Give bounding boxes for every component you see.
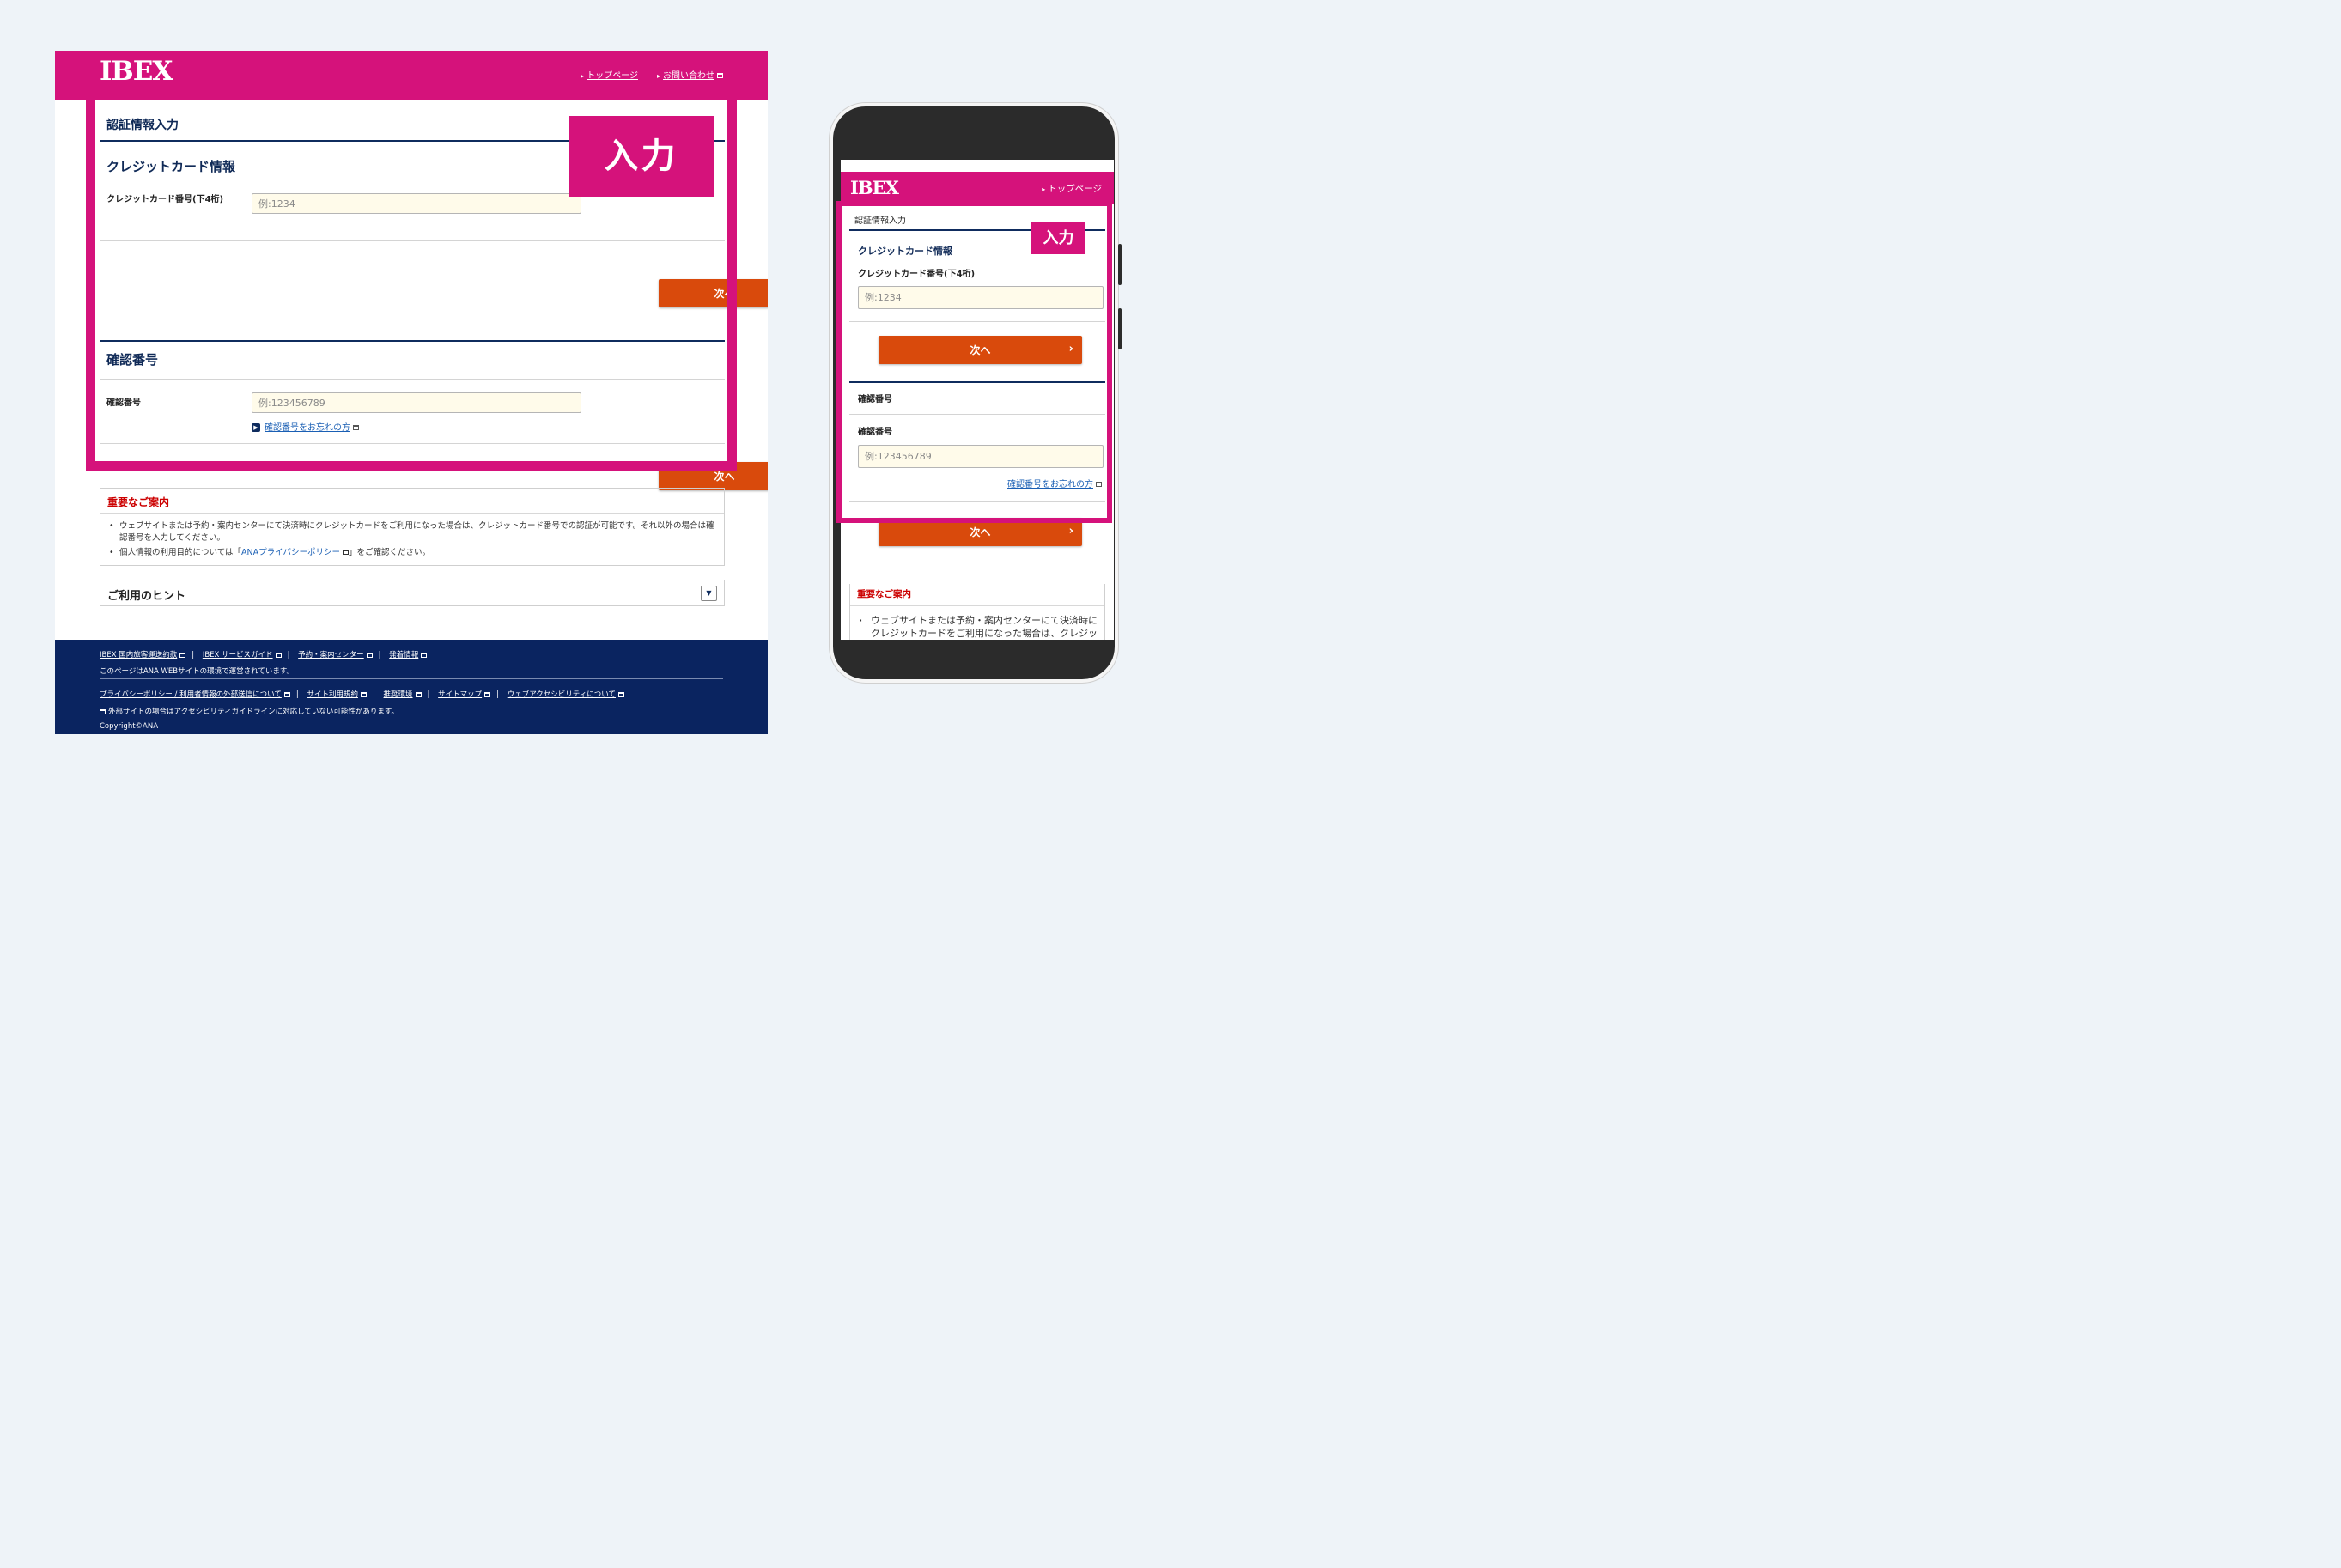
divider xyxy=(100,240,725,241)
external-window-icon xyxy=(179,652,186,658)
confirm-number-input[interactable] xyxy=(252,392,581,413)
next-button-card[interactable]: 次へ › xyxy=(879,336,1082,364)
forgot-link-row: ▶ 確認番号をお忘れの方 xyxy=(252,420,359,433)
divider xyxy=(100,340,725,342)
divider xyxy=(100,379,725,380)
next-button-card[interactable]: 次へ❯ xyxy=(659,279,768,307)
divider xyxy=(849,501,1105,502)
forgot-confirm-link[interactable]: 確認番号をお忘れの方 xyxy=(265,423,350,433)
ibex-logo[interactable]: IBEX xyxy=(100,58,173,85)
chevron-right-icon: › xyxy=(1068,525,1073,538)
external-window-icon xyxy=(283,691,290,697)
nav-top-page[interactable]: トップページ xyxy=(1042,184,1102,194)
divider xyxy=(850,605,1104,606)
notice-heading: 重要なご案内 xyxy=(857,589,911,599)
section-title: 認証情報入力 xyxy=(854,216,906,226)
external-window-icon xyxy=(366,652,373,658)
footer-link[interactable]: IBEX サービスガイド xyxy=(203,651,273,659)
external-window-icon xyxy=(421,652,428,658)
card-info-heading: クレジットカード情報 xyxy=(858,246,952,257)
confirm-heading: 確認番号 xyxy=(106,352,159,368)
divider xyxy=(849,414,1105,415)
divider xyxy=(100,513,724,514)
footer-ext-note-row: 外部サイトの場合はアクセシビリティガイドラインに対応していない可能性があります。 xyxy=(100,706,398,716)
footer-link[interactable]: サイト利用規約 xyxy=(307,690,358,699)
confirm-number-label: 確認番号 xyxy=(858,428,892,437)
privacy-policy-link[interactable]: ANAプライバシーポリシー xyxy=(241,548,340,557)
confirm-number-label: 確認番号 xyxy=(106,398,141,408)
mobile-nav: トップページ xyxy=(1042,182,1102,195)
next-label: 次へ xyxy=(714,471,735,483)
arrow-right-icon: ▶ xyxy=(252,423,260,432)
divider xyxy=(100,443,725,444)
confirm-heading: 確認番号 xyxy=(858,395,892,404)
nav-contact-label: お問い合わせ xyxy=(663,71,714,81)
site-footer: IBEX 国内旅客運送約款 | IBEX サービスガイド | 予約・案内センター | … xyxy=(55,640,768,734)
external-window-icon xyxy=(1096,482,1102,487)
divider xyxy=(849,381,1105,383)
footer-env-note: このページはANA WEBサイトの環境で運営されています。 xyxy=(100,667,295,676)
confirm-number-input[interactable] xyxy=(858,445,1104,468)
notice-heading: 重要なご案内 xyxy=(107,496,170,508)
important-notice: 重要なご案内 ウェブサイトまたは予約・案内センターにて決済時にクレジットカードを… xyxy=(100,488,725,566)
external-window-icon xyxy=(717,73,723,78)
next-label: 次へ xyxy=(714,288,735,300)
footer-links-primary: IBEX 国内旅客運送約款 | IBEX サービスガイド | 予約・案内センター | … xyxy=(100,649,428,659)
external-window-icon xyxy=(415,691,422,697)
ibex-logo[interactable]: IBEX xyxy=(850,179,899,197)
mobile-important-notice: 重要なご案内 ウェブサイトまたは予約・案内センターにて決済時にクレジットカードを… xyxy=(849,584,1105,640)
notice-item: ウェブサイトまたは予約・案内センターにて決済時にクレジットカードをご利用になった… xyxy=(107,520,717,544)
divider xyxy=(849,321,1105,322)
footer-ext-note: 外部サイトの場合はアクセシビリティガイドラインに対応していない可能性があります。 xyxy=(108,708,398,716)
mobile-device: IBEX トップページ 認証情報入力 クレジットカード情報 クレジットカード番号… xyxy=(830,103,1122,683)
footer-link[interactable]: IBEX 国内旅客運送約款 xyxy=(100,651,177,659)
section-title: 認証情報入力 xyxy=(106,119,179,132)
chevron-down-icon[interactable]: ▼ xyxy=(701,586,717,601)
external-window-icon xyxy=(342,550,349,556)
footer-link[interactable]: プライバシーポリシー / 利用者情報の外部送信について xyxy=(100,690,282,699)
next-button-confirm[interactable]: 次へ❯ xyxy=(659,462,768,490)
usage-hints[interactable]: ご利用のヒント ▼ xyxy=(100,580,725,606)
notice-text: 個人情報の利用目的については「 xyxy=(119,547,242,557)
notice-list: ウェブサイトまたは予約・案内センターにて決済時にクレジットカードをご利用になった… xyxy=(107,520,717,561)
volume-button xyxy=(1118,244,1122,285)
card-number-label: クレジットカード番号(下4桁) xyxy=(106,195,224,204)
next-label: 次へ xyxy=(970,526,991,538)
mobile-input-step-badge: 入力 xyxy=(1031,222,1085,254)
chevron-right-icon: › xyxy=(1068,343,1073,356)
external-window-icon xyxy=(618,691,625,697)
forgot-link-row: 確認番号をお忘れの方 xyxy=(1007,477,1102,489)
forgot-confirm-link[interactable]: 確認番号をお忘れの方 xyxy=(1007,480,1093,489)
footer-link[interactable]: 推奨環境 xyxy=(384,690,413,699)
site-header: IBEX トップページ お問い合わせ xyxy=(55,51,768,100)
footer-link[interactable]: 発着情報 xyxy=(389,651,418,659)
header-nav: トップページ お問い合わせ xyxy=(581,68,723,81)
nav-contact[interactable]: お問い合わせ xyxy=(657,68,723,81)
nav-top-page[interactable]: トップページ xyxy=(581,68,638,81)
hints-title: ご利用のヒント xyxy=(107,590,186,603)
mobile-header: IBEX トップページ xyxy=(841,172,1114,204)
input-step-badge: 入力 xyxy=(569,116,714,197)
card-number-input[interactable] xyxy=(252,193,581,214)
next-label: 次へ xyxy=(970,344,991,356)
external-window-icon xyxy=(353,425,359,430)
footer-link[interactable]: サイトマップ xyxy=(438,690,482,699)
next-button-confirm[interactable]: 次へ › xyxy=(879,518,1082,546)
footer-link[interactable]: ウェブアクセシビリティについて xyxy=(508,690,616,699)
power-button xyxy=(1118,308,1122,349)
external-window-icon xyxy=(484,691,491,697)
external-window-icon xyxy=(360,691,367,697)
external-window-icon xyxy=(275,652,282,658)
notice-text: 」をご確認ください。 xyxy=(348,547,430,557)
footer-link[interactable]: 予約・案内センター xyxy=(298,651,364,659)
card-number-input[interactable] xyxy=(858,286,1104,309)
notice-item: 個人情報の利用目的については「ANAプライバシーポリシー」をご確認ください。 xyxy=(107,547,717,559)
divider xyxy=(100,678,723,679)
card-number-label: クレジットカード番号(下4桁) xyxy=(858,270,976,279)
external-window-icon xyxy=(100,708,106,714)
card-info-heading: クレジットカード情報 xyxy=(106,159,236,174)
notice-item: ウェブサイトまたは予約・案内センターにて決済時にクレジットカードをご利用になった… xyxy=(857,614,1099,640)
copyright: Copyright©ANA xyxy=(100,722,159,731)
footer-links-secondary: プライバシーポリシー / 利用者情報の外部送信について | サイト利用規約 | 推奨… xyxy=(100,689,625,699)
